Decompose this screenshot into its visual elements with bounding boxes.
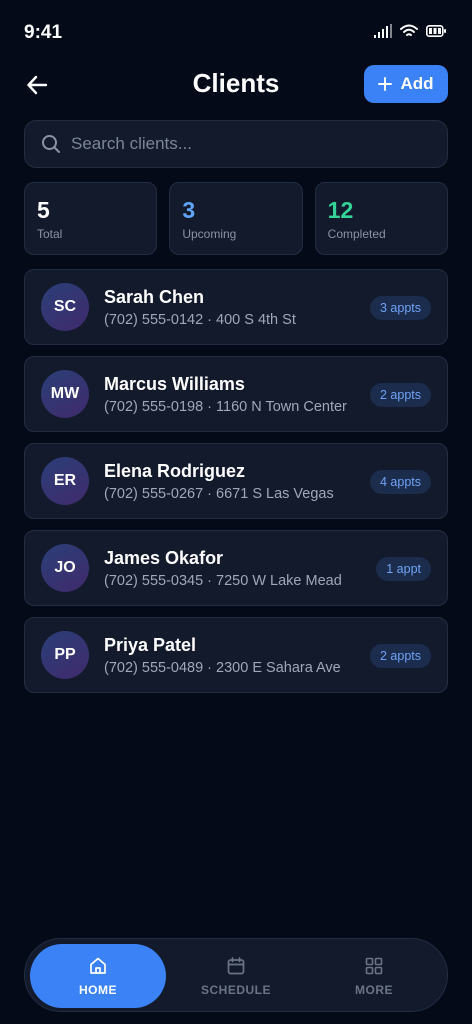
stat-card-upcoming: 3 Upcoming (169, 182, 303, 255)
client-card[interactable]: JO James Okafor (702) 555-0345 · 7250 W … (24, 530, 448, 606)
client-name: Elena Rodriguez (104, 460, 246, 481)
header: Clients Add (0, 64, 472, 104)
battery-icon (426, 25, 446, 37)
client-info: James Okafor (702) 555-0345 · 7250 W Lak… (104, 547, 342, 590)
client-name: Sarah Chen (104, 286, 205, 307)
client-name: Priya Patel (104, 634, 197, 655)
client-name: James Okafor (104, 547, 224, 568)
plus-icon (378, 77, 393, 91)
stats-row: 5 Total 3 Upcoming 12 Completed (24, 182, 448, 255)
stat-value-upcoming: 3 (182, 197, 196, 223)
client-card[interactable]: PP Priya Patel (702) 555-0489 · 2300 E S… (24, 617, 448, 693)
status-icons (374, 24, 446, 38)
appointment-count-badge: 1 appt (376, 557, 431, 581)
appointment-count-badge: 2 appts (369, 644, 431, 668)
stat-label-upcoming: Upcoming (182, 227, 237, 241)
client-info: Priya Patel (702) 555-0489 · 2300 E Saha… (104, 634, 341, 677)
client-contact: (702) 555-0267 · 6671 S Las Vegas (104, 485, 334, 502)
grid-icon (365, 957, 383, 974)
client-contact: (702) 555-0345 · 7250 W Lake Mead (104, 572, 342, 589)
status-time: 9:41 (24, 22, 63, 43)
avatar: MW (41, 370, 89, 418)
avatar: JO (41, 544, 89, 592)
stat-value-total: 5 (37, 197, 50, 223)
nav-item-schedule[interactable]: SCHEDULE (168, 944, 304, 1008)
signal-icon (374, 24, 392, 38)
avatar: PP (41, 631, 89, 679)
status-bar: 9:41 (0, 0, 472, 64)
stat-card-total: 5 Total (24, 182, 158, 255)
stat-label-completed: Completed (327, 227, 386, 241)
nav-item-home[interactable]: HOME (30, 944, 166, 1008)
nav-label-home: HOME (79, 982, 117, 997)
nav-item-more[interactable]: MORE (306, 944, 442, 1008)
client-info: Marcus Williams (702) 555-0198 · 1160 N … (104, 373, 347, 416)
client-name: Marcus Williams (104, 373, 245, 394)
avatar: ER (41, 457, 89, 505)
stat-value-completed: 12 (327, 197, 354, 223)
add-button-label: Add (400, 74, 434, 93)
bottom-nav: HOME SCHEDULE MORE (24, 938, 448, 1012)
nav-label-more: MORE (355, 982, 393, 997)
search-bar (24, 120, 448, 168)
client-contact: (702) 555-0142 · 400 S 4th St (104, 311, 296, 328)
appointment-count-badge: 4 appts (369, 470, 431, 494)
stat-card-completed: 12 Completed (314, 182, 448, 255)
client-card[interactable]: ER Elena Rodriguez (702) 555-0267 · 6671… (24, 443, 448, 519)
add-client-button[interactable]: Add (364, 65, 448, 103)
client-info: Elena Rodriguez (702) 555-0267 · 6671 S … (104, 460, 334, 503)
client-info: Sarah Chen (702) 555-0142 · 400 S 4th St (104, 286, 296, 329)
client-card[interactable]: SC Sarah Chen (702) 555-0142 · 400 S 4th… (24, 269, 448, 345)
client-contact: (702) 555-0489 · 2300 E Sahara Ave (104, 659, 341, 676)
appointment-count-badge: 2 appts (369, 383, 431, 407)
client-contact: (702) 555-0198 · 1160 N Town Center (104, 398, 347, 415)
home-icon (90, 957, 106, 974)
stat-label-total: Total (37, 227, 63, 241)
client-list: SC Sarah Chen (702) 555-0142 · 400 S 4th… (24, 269, 448, 693)
wifi-icon (400, 24, 418, 36)
avatar: SC (41, 283, 89, 331)
search-input[interactable] (71, 134, 411, 154)
calendar-icon (227, 956, 245, 974)
nav-label-schedule: SCHEDULE (200, 982, 271, 997)
appointment-count-badge: 3 appts (369, 296, 431, 320)
search-icon (42, 135, 60, 153)
client-card[interactable]: MW Marcus Williams (702) 555-0198 · 1160… (24, 356, 448, 432)
